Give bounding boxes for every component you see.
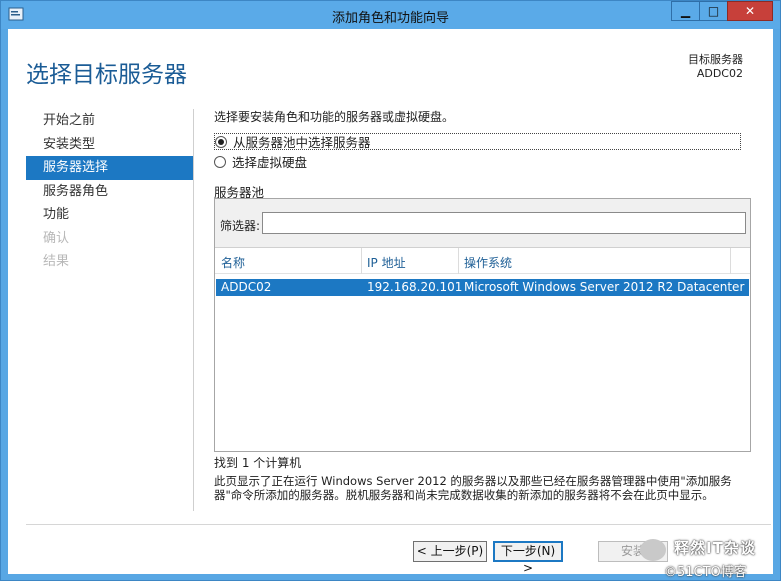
page-title: 选择目标服务器 xyxy=(26,62,187,88)
window-title: 添加角色和功能向导 xyxy=(331,11,449,26)
nav-item-confirmation: 确认 xyxy=(43,230,70,246)
wechat-logo-icon xyxy=(640,539,666,561)
destination-server-value: ADDC02 xyxy=(696,67,743,80)
watermark-line2: ©51CTO博客 xyxy=(664,565,747,580)
column-separator[interactable] xyxy=(730,248,731,274)
column-header-ip[interactable]: IP 地址 xyxy=(367,254,406,271)
close-button[interactable]: ✕ xyxy=(727,1,773,21)
option-select-vhd[interactable]: 选择虚拟硬盘 xyxy=(214,153,307,170)
maximize-button[interactable]: □ xyxy=(699,1,727,21)
cell-name: ADDC02 xyxy=(221,280,272,294)
filter-area: 筛选器: xyxy=(215,199,750,248)
nav-item-installation-type[interactable]: 安装类型 xyxy=(26,133,194,157)
minimize-button[interactable]: ▁ xyxy=(671,1,699,21)
next-button[interactable]: 下一步(N) > xyxy=(493,541,563,575)
footer-divider xyxy=(26,524,771,525)
destination-server-label: 目标服务器 xyxy=(688,53,743,66)
option-select-from-pool[interactable]: 从服务器池中选择服务器 xyxy=(214,133,741,150)
info-text: 此页显示了正在运行 Windows Server 2012 的服务器以及那些已经… xyxy=(214,474,754,502)
wizard-window: 添加角色和功能向导 ▁ □ ✕ 选择目标服务器 目标服务器 ADDC02 开始之… xyxy=(0,0,781,581)
watermark: 释然IT杂谈 ©51CTO博客 xyxy=(638,535,778,581)
wizard-client-area: 选择目标服务器 目标服务器 ADDC02 开始之前 安装类型 服务器选择 服务器… xyxy=(8,29,773,580)
info-line: 器"命令所添加的服务器。脱机服务器和尚未完成数据收集的新添加的服务器将不会在此页… xyxy=(214,488,714,502)
nav-item-before-you-begin[interactable]: 开始之前 xyxy=(26,109,194,133)
server-pool-box: 筛选器: 名称 IP 地址 操作系统 ADDC02 192.168.20.101… xyxy=(214,198,751,452)
nav-item-features[interactable]: 功能 xyxy=(26,203,194,227)
option-pool-label: 从服务器池中选择服务器 xyxy=(233,135,371,150)
title-bar[interactable]: 添加角色和功能向导 ▁ □ ✕ xyxy=(1,1,780,29)
column-header-os[interactable]: 操作系统 xyxy=(464,254,512,271)
column-separator[interactable] xyxy=(458,248,459,274)
description-text: 选择要安装角色和功能的服务器或虚拟硬盘。 xyxy=(214,110,455,124)
destination-server: 目标服务器 ADDC02 xyxy=(688,53,743,81)
nav-item-results: 结果 xyxy=(43,254,70,269)
table-header: 名称 IP 地址 操作系统 xyxy=(215,248,750,274)
column-separator[interactable] xyxy=(361,248,362,274)
radio-pool-checked[interactable] xyxy=(215,135,227,148)
nav-item-server-roles[interactable]: 服务器角色 xyxy=(26,180,194,204)
filter-label: 筛选器: xyxy=(220,219,261,233)
nav-divider xyxy=(193,109,194,511)
table-row[interactable]: ADDC02 192.168.20.101 Microsoft Windows … xyxy=(216,279,749,296)
watermark-line1: 释然IT杂谈 xyxy=(674,539,756,557)
wizard-nav: 开始之前 安装类型 服务器选择 服务器角色 功能 确认 结果 xyxy=(26,109,194,274)
previous-button[interactable]: < 上一步(P) xyxy=(413,541,487,562)
cell-ip: 192.168.20.101 xyxy=(367,280,463,294)
found-count: 找到 1 个计算机 xyxy=(214,456,302,470)
filter-input[interactable] xyxy=(262,212,746,234)
column-header-name[interactable]: 名称 xyxy=(221,254,245,271)
nav-item-server-selection[interactable]: 服务器选择 xyxy=(26,156,194,180)
radio-vhd[interactable] xyxy=(214,155,226,168)
info-line: 此页显示了正在运行 Windows Server 2012 的服务器以及那些已经… xyxy=(214,474,732,488)
cell-os: Microsoft Windows Server 2012 R2 Datacen… xyxy=(464,280,745,294)
option-vhd-label: 选择虚拟硬盘 xyxy=(232,155,308,170)
